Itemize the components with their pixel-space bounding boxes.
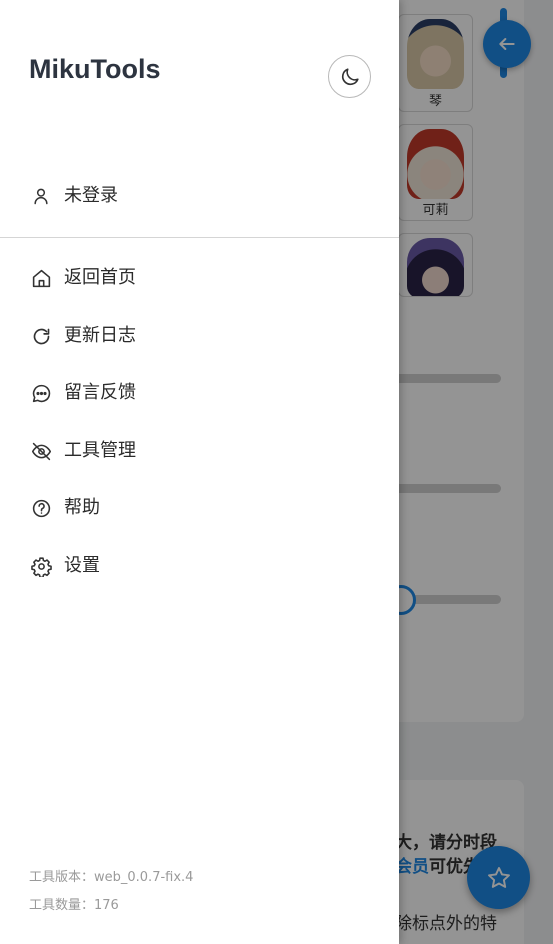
moon-icon: [339, 66, 361, 88]
nav-item-label: 设置: [64, 555, 100, 576]
user-icon: [29, 184, 53, 208]
navigation-drawer: MikuTools 未登录 返回首页 更新日志 留言反馈 工具管理 帮助 设置 …: [0, 0, 399, 944]
nav-item-feedback[interactable]: 留言反馈: [0, 369, 399, 417]
eye-off-icon: [29, 439, 53, 463]
gear-icon: [29, 554, 53, 578]
divider: [0, 237, 399, 238]
login-label: 未登录: [64, 185, 118, 206]
chat-bubble-icon: [29, 381, 53, 405]
nav-item-label: 返回首页: [64, 267, 136, 288]
tool-count-text: 工具数量：176: [29, 898, 119, 913]
nav-item-home[interactable]: 返回首页: [0, 254, 399, 302]
refresh-icon: [29, 324, 53, 348]
login-item[interactable]: 未登录: [0, 172, 399, 220]
nav-item-settings[interactable]: 设置: [0, 542, 399, 590]
tool-version-text: 工具版本：web_0.0.7-fix.4: [29, 870, 194, 885]
app-title: MikuTools: [29, 54, 161, 84]
theme-toggle-button[interactable]: [328, 55, 371, 98]
nav-item-label: 更新日志: [64, 325, 136, 346]
home-icon: [29, 266, 53, 290]
nav-item-label: 留言反馈: [64, 382, 136, 403]
nav-item-help[interactable]: 帮助: [0, 484, 399, 532]
nav-item-label: 工具管理: [64, 440, 136, 461]
nav-item-changelog[interactable]: 更新日志: [0, 312, 399, 360]
nav-item-tool-management[interactable]: 工具管理: [0, 427, 399, 475]
nav-item-label: 帮助: [64, 497, 100, 518]
help-circle-icon: [29, 496, 53, 520]
